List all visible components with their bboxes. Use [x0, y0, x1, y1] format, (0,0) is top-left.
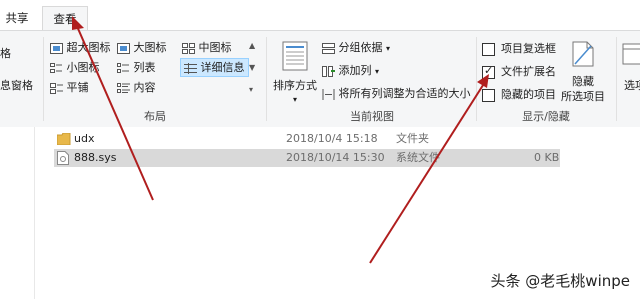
arrow-head-icon — [72, 16, 84, 30]
annotation-arrows — [72, 16, 489, 264]
arrow-to-file-extensions — [369, 81, 486, 264]
arrow-to-view-tab — [75, 23, 154, 201]
